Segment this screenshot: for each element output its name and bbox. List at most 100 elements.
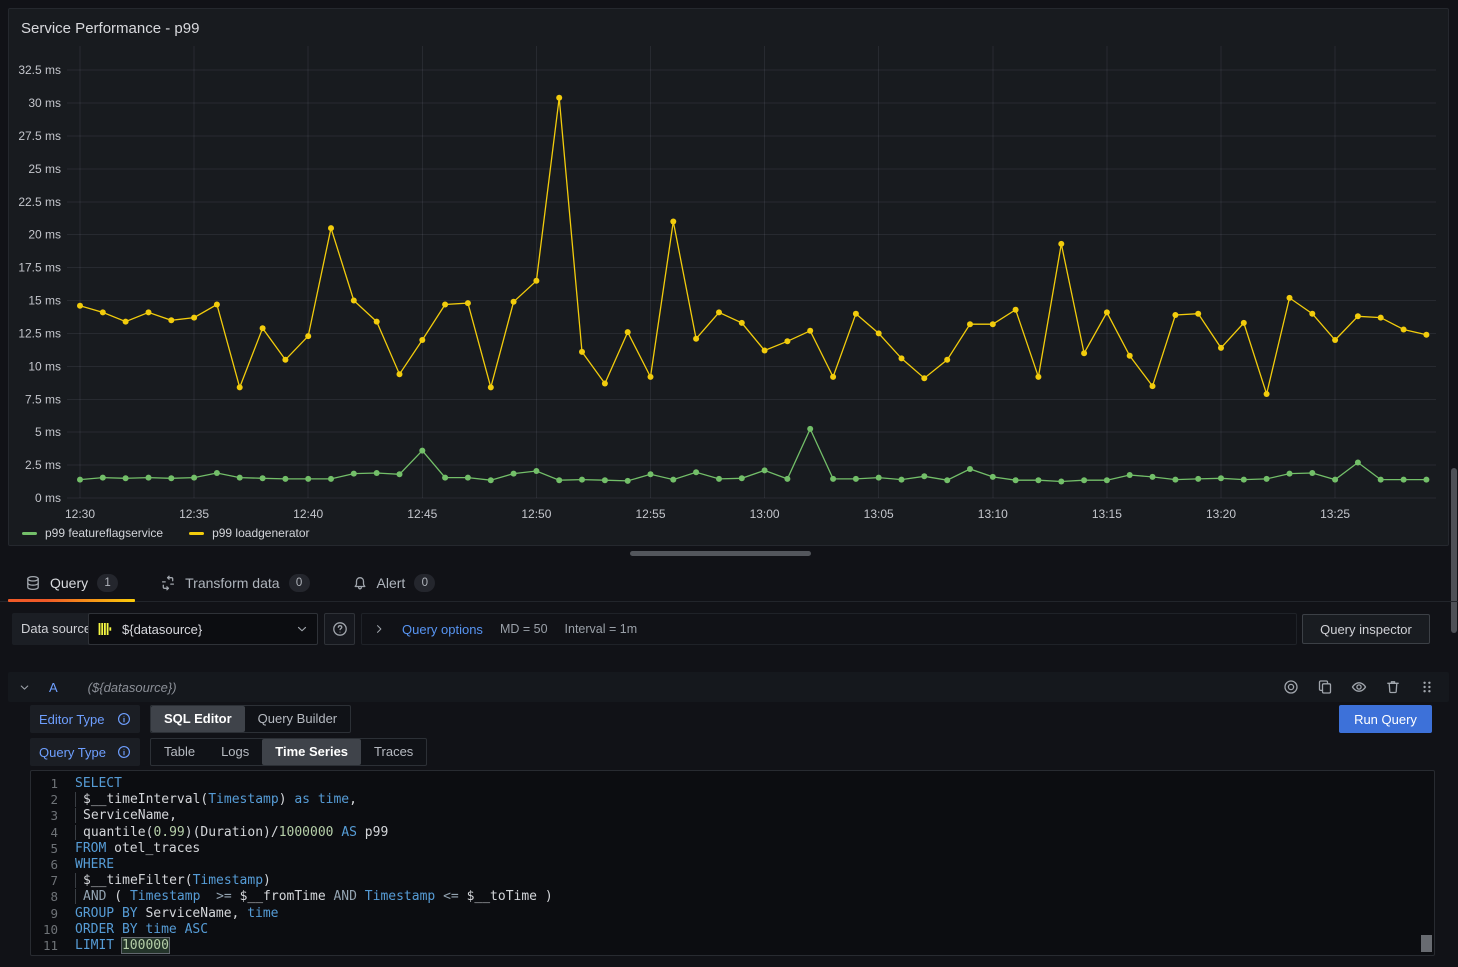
svg-text:5 ms: 5 ms	[35, 425, 61, 439]
line-number: 10	[31, 922, 75, 938]
sql-code-editor[interactable]: 1SELECT2$__timeInterval(Timestamp) as ti…	[30, 770, 1435, 956]
line-content: quantile(0.99)(Duration)/1000000 AS p99	[75, 825, 388, 841]
svg-text:13:05: 13:05	[864, 507, 894, 521]
grafana-panel-edit-page: 0 ms2.5 ms5 ms7.5 ms10 ms12.5 ms15 ms17.…	[0, 0, 1458, 967]
editor-type-row: Editor Type SQL Editor Query Builder	[30, 705, 351, 733]
series-p99-featureflagservice	[77, 426, 1429, 485]
line-number: 8	[31, 889, 75, 905]
query-type-table[interactable]: Table	[151, 739, 208, 765]
query-type-traces[interactable]: Traces	[361, 739, 426, 765]
line-number: 6	[31, 857, 75, 873]
tab-label: Alert	[377, 575, 406, 591]
svg-text:0 ms: 0 ms	[35, 491, 61, 505]
editor-type-query-builder[interactable]: Query Builder	[245, 706, 350, 732]
disable-query-button[interactable]	[1279, 675, 1303, 699]
legend-swatch	[22, 532, 37, 535]
horizontal-scrollbar[interactable]	[630, 551, 811, 556]
trash-icon	[1385, 679, 1401, 695]
data-source-label: Data source	[12, 613, 100, 645]
line-content: LIMIT 100000	[75, 938, 169, 954]
query-inspector-button[interactable]: Query inspector	[1302, 614, 1430, 644]
duplicate-query-button[interactable]	[1313, 675, 1337, 699]
panel-title: Service Performance - p99	[21, 20, 199, 37]
hide-query-button[interactable]	[1347, 675, 1371, 699]
svg-text:22.5 ms: 22.5 ms	[18, 195, 61, 209]
editor-type-sql-editor[interactable]: SQL Editor	[151, 706, 245, 732]
clickhouse-logo-icon	[97, 621, 113, 637]
legend-item[interactable]: p99 loadgenerator	[189, 526, 309, 540]
page-scrollbar[interactable]	[1451, 468, 1457, 633]
indent-guide	[75, 808, 83, 823]
chart-canvas: 0 ms2.5 ms5 ms7.5 ms10 ms12.5 ms15 ms17.…	[9, 9, 1448, 545]
line-content: ServiceName,	[75, 808, 177, 824]
line-number: 5	[31, 841, 75, 857]
query-options-interval: Interval = 1m	[565, 622, 638, 636]
editor-type-group: SQL Editor Query Builder	[150, 705, 351, 733]
svg-text:17.5 ms: 17.5 ms	[18, 261, 61, 275]
query-options-toggle[interactable]: Query options MD = 50 Interval = 1m	[361, 613, 1297, 645]
line-number: 2	[31, 792, 75, 808]
svg-text:25 ms: 25 ms	[28, 162, 61, 176]
query-options-label: Query options	[402, 622, 483, 637]
data-source-value: ${datasource}	[122, 622, 295, 637]
query-type-time-series[interactable]: Time Series	[262, 739, 361, 765]
svg-text:27.5 ms: 27.5 ms	[18, 129, 61, 143]
transform-count-badge: 0	[289, 574, 310, 592]
tab-alert[interactable]: Alert 0	[335, 565, 453, 601]
line-number: 3	[31, 808, 75, 824]
line-number: 11	[31, 938, 75, 954]
alert-count-badge: 0	[414, 574, 435, 592]
code-line: 3ServiceName,	[31, 808, 1434, 824]
svg-text:12.5 ms: 12.5 ms	[18, 326, 61, 340]
indent-guide	[75, 889, 83, 904]
question-circle-icon	[332, 621, 348, 637]
editor-scrollbar[interactable]	[1421, 935, 1432, 952]
line-content: FROM otel_traces	[75, 841, 200, 857]
svg-text:12:40: 12:40	[293, 507, 323, 521]
code-line: 10ORDER BY time ASC	[31, 922, 1434, 938]
info-circle-icon[interactable]	[117, 745, 131, 759]
query-type-logs[interactable]: Logs	[208, 739, 262, 765]
query-type-label: Query Type	[30, 738, 140, 766]
run-query-button[interactable]: Run Query	[1339, 705, 1432, 733]
eye-icon	[1351, 679, 1367, 695]
line-content: $__timeFilter(Timestamp)	[75, 873, 271, 889]
code-line: 6WHERE	[31, 857, 1434, 873]
info-circle-icon[interactable]	[117, 712, 131, 726]
legend-item[interactable]: p99 featureflagservice	[22, 526, 163, 540]
svg-text:12:35: 12:35	[179, 507, 209, 521]
tab-query[interactable]: Query 1	[8, 565, 135, 601]
datasource-help-button[interactable]	[324, 613, 355, 645]
editor-type-label: Editor Type	[30, 705, 140, 733]
drag-handle[interactable]	[1415, 675, 1439, 699]
line-number: 7	[31, 873, 75, 889]
tab-label: Query	[50, 575, 88, 591]
svg-text:20 ms: 20 ms	[28, 228, 61, 242]
indent-guide	[75, 825, 83, 840]
svg-text:2.5 ms: 2.5 ms	[25, 458, 61, 472]
delete-query-button[interactable]	[1381, 675, 1405, 699]
line-content: AND ( Timestamp >= $__fromTime AND Times…	[75, 889, 553, 905]
disc-icon	[1283, 679, 1299, 695]
svg-text:32.5 ms: 32.5 ms	[18, 63, 61, 77]
code-line: 5FROM otel_traces	[31, 841, 1434, 857]
query-count-badge: 1	[97, 574, 118, 592]
code-lines: 1SELECT2$__timeInterval(Timestamp) as ti…	[31, 776, 1434, 954]
query-row-header[interactable]: A (${datasource})	[8, 672, 1449, 702]
svg-text:13:25: 13:25	[1320, 507, 1350, 521]
svg-text:7.5 ms: 7.5 ms	[25, 392, 61, 406]
line-number: 1	[31, 776, 75, 792]
query-options-md: MD = 50	[500, 622, 548, 636]
data-source-select[interactable]: ${datasource}	[88, 613, 318, 645]
query-toolbar: Data source ${datasource}	[0, 613, 1458, 645]
query-ref-id: A	[49, 680, 58, 695]
svg-text:12:30: 12:30	[65, 507, 95, 521]
tab-transform-data[interactable]: Transform data 0	[143, 565, 326, 601]
svg-text:13:10: 13:10	[978, 507, 1008, 521]
query-type-group: Table Logs Time Series Traces	[150, 738, 427, 766]
indent-guide	[75, 792, 83, 807]
editor-tabs: Query 1 Transform data 0 Alert 0	[0, 565, 1458, 602]
code-line: 8AND ( Timestamp >= $__fromTime AND Time…	[31, 889, 1434, 905]
line-number: 4	[31, 825, 75, 841]
code-line: 4quantile(0.99)(Duration)/1000000 AS p99	[31, 825, 1434, 841]
